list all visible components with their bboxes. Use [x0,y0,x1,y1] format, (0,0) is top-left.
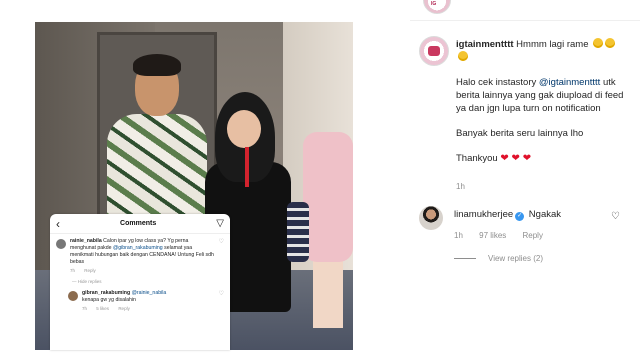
woman-figure-face [227,110,261,148]
thinking-emoji-icon [458,51,468,61]
comment-text: linamukherjee ✓ Ngakak [454,209,614,221]
thinking-emoji-icon [605,38,616,48]
comment-reply: Reply [118,306,130,311]
logo-icon: IG [431,1,437,7]
comment-username: rainie_nabila [70,238,102,244]
caption-username[interactable]: igtainmentttt [456,39,514,50]
comment-reply-button[interactable]: Reply [523,231,543,240]
avatar [56,239,66,249]
caption-p3: Banyak berita seru lainnya lho [456,128,584,139]
view-replies-button[interactable]: View replies (2) [454,254,543,263]
overlay-reply-meta: 7h 5 likes Reply [50,304,230,311]
heart-icon: ♡ [218,239,224,245]
comment-likes: 5 likes [96,306,110,311]
divider [454,258,476,259]
comment-meta: 1h 97 likes Reply [454,231,557,240]
comment-time: 7h [82,306,88,311]
overlay-reply: gibran_rakabuming @rainie_nabila kenapa … [50,286,230,304]
comment-mention: @rainie_nabila [131,290,167,296]
comment-username[interactable]: linamukherjee [454,209,513,220]
comments-panel: IG igtainmentttt Hmmm lagi rame Halo cek… [410,0,640,360]
overlay-reply-text: gibran_rakabuming @rainie_nabila kenapa … [82,290,216,304]
comment-mention: @gibran_rakabuming [112,245,163,251]
divider [410,20,640,21]
caption-line1: Hmmm lagi rame [513,39,589,50]
comment-time: 1h [454,231,463,240]
post-caption: igtainmentttt Hmmm lagi rame Halo cek in… [456,38,636,177]
hide-replies: — Hide replies [72,279,102,284]
caption-mention[interactable]: @igtainmentttt [539,77,600,88]
comment-username: gibran_rakabuming [82,290,131,296]
logo-icon [428,46,440,56]
caption-p4: Thankyou [456,153,498,164]
comment-reply: Reply [84,268,96,273]
overlay-comment: rainie_nabila Calon ipar yg low class ya… [50,234,230,266]
header-avatar[interactable]: IG [423,0,451,14]
man-figure-hair [133,54,181,76]
avatar[interactable] [419,206,443,230]
comment-likes[interactable]: 97 likes [479,231,506,240]
comments-header: ‹ Comments ▽ [50,214,230,234]
avatar [68,291,78,301]
like-heart-icon[interactable]: ♡ [611,211,620,222]
comment-time: 7h [70,268,76,273]
thinking-emoji-icon [593,38,604,48]
caption-time: 1h [456,182,465,191]
red-heart-icon: ❤ ❤ ❤ [500,153,532,164]
side-person-legs [313,258,343,328]
overlay-comment-meta: 7h Reply [50,266,230,273]
comment-body: kenapa gw yg disalahin [82,297,136,303]
woman-lanyard [245,147,249,187]
back-arrow-icon: ‹ [56,216,60,231]
comments-title: Comments [120,220,157,227]
side-person-bag [287,202,309,262]
post-media-area: ‹ Comments ▽ rainie_nabila Calon ipar yg… [0,0,410,360]
caption-avatar[interactable] [419,36,449,66]
heart-icon: ♡ [218,291,224,297]
comments-screenshot-overlay: ‹ Comments ▽ rainie_nabila Calon ipar yg… [50,214,230,350]
view-replies-label: View replies (2) [488,254,543,263]
comment-body: Ngakak [526,209,562,220]
send-icon: ▽ [216,218,224,229]
side-person-figure [303,132,353,262]
verified-badge-icon: ✓ [515,212,525,221]
overlay-comment-text: rainie_nabila Calon ipar yg low class ya… [70,238,216,266]
caption-p2: Halo cek instastory [456,77,539,88]
